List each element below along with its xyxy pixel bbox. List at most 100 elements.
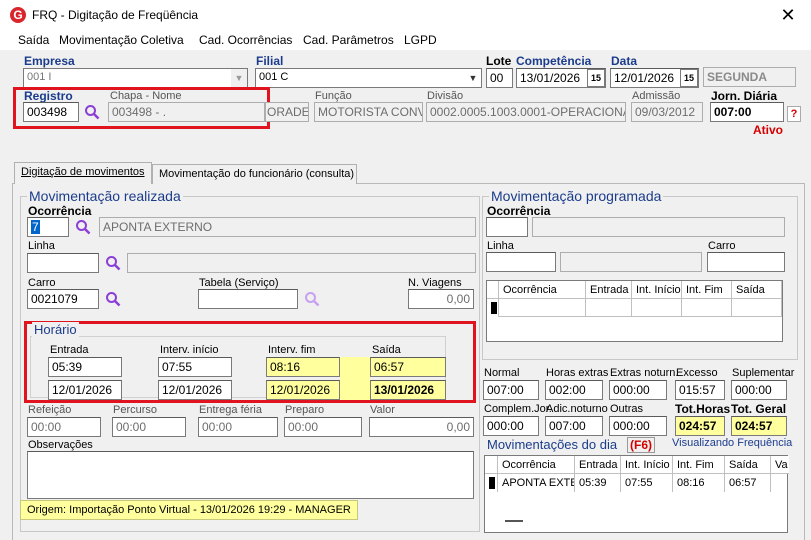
- percurso-input[interactable]: 00:00: [112, 417, 186, 437]
- jornada-label: Jorn. Diária: [711, 89, 778, 103]
- interv-inicio-time-input[interactable]: 07:55: [158, 357, 232, 377]
- tabela-input[interactable]: [198, 289, 298, 309]
- tab-label: Digitação de movimentos: [21, 166, 145, 178]
- admissao-display: 09/03/2012: [631, 102, 703, 122]
- tab-movimentacao-funcionario[interactable]: Movimentação do funcionário (consulta): [152, 164, 357, 184]
- prog-ocorrencia-label: Ocorrência: [487, 204, 551, 218]
- grid-col-int-inicio: Int. Início: [632, 281, 682, 299]
- competencia-label: Competência: [516, 54, 592, 68]
- realizada-title: Movimentação realizada: [27, 188, 183, 204]
- grid-indicator-header: [485, 456, 498, 474]
- horizontal-scrollbar-thumb[interactable]: [505, 520, 523, 522]
- entrada-label: Entrada: [50, 344, 89, 356]
- table-row-cell-int-fim[interactable]: 08:16: [673, 474, 725, 492]
- menu-cad-parametros[interactable]: Cad. Parâmetros: [303, 33, 394, 47]
- search-icon[interactable]: [105, 291, 121, 307]
- chevron-down-icon: ▼: [231, 69, 247, 87]
- prog-linha-description: [560, 252, 702, 272]
- menu-movimentacao-coletiva[interactable]: Movimentação Coletiva: [59, 33, 184, 47]
- window-title: FRQ - Digitação de Freqüência: [32, 8, 199, 22]
- entrega-ferias-input[interactable]: 00:00: [198, 417, 278, 437]
- dia-grid[interactable]: Ocorrência Entrada Int. Início Int. Fim …: [484, 455, 789, 533]
- ocorrencia-code-input[interactable]: 7: [27, 217, 69, 237]
- help-icon[interactable]: ?: [787, 106, 801, 122]
- table-row-cell-ocorrencia[interactable]: APONTA EXTE: [498, 474, 575, 492]
- observacoes-textarea[interactable]: [27, 451, 474, 499]
- interv-fim-time-input[interactable]: 08:16: [266, 357, 340, 377]
- registro-label: Registro: [24, 89, 73, 103]
- programada-grid[interactable]: Ocorrência Entrada Int. Início Int. Fim …: [486, 280, 783, 342]
- admissao-label: Admissão: [632, 90, 681, 102]
- search-icon[interactable]: [105, 255, 121, 271]
- menu-lgpd[interactable]: LGPD: [404, 33, 437, 47]
- refeicao-input[interactable]: 00:00: [27, 417, 101, 437]
- calendar-icon[interactable]: 15: [680, 69, 698, 87]
- linha-input[interactable]: [27, 253, 99, 273]
- refeicao-label: Refeição: [28, 404, 72, 416]
- table-row-cell-va[interactable]: [771, 474, 789, 492]
- empresa-select[interactable]: 001 I ▼: [23, 68, 248, 88]
- dia-title: Movimentações do dia: [485, 437, 620, 452]
- entrada-time-input[interactable]: 05:39: [48, 357, 122, 377]
- interv-inicio-date-input[interactable]: 12/01/2026: [158, 380, 232, 400]
- linha-description: [127, 253, 476, 273]
- grid-cell[interactable]: [499, 299, 586, 317]
- horas-extras-label: Horas extras: [546, 367, 609, 379]
- jornada-input[interactable]: 007:00: [710, 102, 784, 122]
- app-logo-icon: G: [10, 7, 26, 23]
- weekday-display: SEGUNDA: [703, 67, 796, 87]
- prog-linha-label: Linha: [487, 240, 514, 252]
- filial-label: Filial: [256, 54, 284, 68]
- grid-cell[interactable]: [586, 299, 632, 317]
- saida-date-input[interactable]: 13/01/2026: [370, 380, 446, 400]
- saida-label: Saída: [372, 344, 401, 356]
- table-row-cell-int-inicio[interactable]: 07:55: [621, 474, 673, 492]
- valor-label: Valor: [370, 404, 395, 416]
- grid-col-int-fim: Int. Fim: [673, 456, 725, 474]
- grid-col-ocorrencia: Ocorrência: [498, 456, 575, 474]
- grid-cell[interactable]: [632, 299, 682, 317]
- visualizando-frequencia-link[interactable]: Visualizando Frequência: [672, 437, 792, 449]
- filial-select[interactable]: 001 C ▼: [255, 68, 482, 88]
- registro-input[interactable]: 003498: [23, 102, 79, 122]
- lote-input[interactable]: 00: [486, 68, 513, 88]
- nviagens-input[interactable]: 0,00: [408, 289, 474, 309]
- grid-cell[interactable]: [682, 299, 732, 317]
- menu-saida[interactable]: Saída: [18, 33, 49, 47]
- horas-extras-value: 002:00: [545, 380, 603, 400]
- search-icon[interactable]: [304, 291, 320, 307]
- row-indicator: [487, 299, 499, 317]
- programada-title: Movimentação programada: [489, 188, 664, 204]
- search-icon[interactable]: [84, 104, 100, 120]
- tab-digitacao-movimentos[interactable]: Digitação de movimentos: [14, 162, 152, 184]
- prog-ocorrencia-description: [532, 217, 785, 237]
- tabela-label: Tabela (Serviço): [199, 277, 279, 289]
- table-row-cell-saida[interactable]: 06:57: [725, 474, 771, 492]
- grid-cell[interactable]: [732, 299, 782, 317]
- complem-jor-label: Complem.Jor.: [484, 403, 552, 415]
- suplementar-value: 000:00: [731, 380, 787, 400]
- table-row-cell-entrada[interactable]: 05:39: [575, 474, 621, 492]
- grid-col-saida: Saída: [725, 456, 771, 474]
- preparo-label: Preparo: [285, 404, 325, 416]
- valor-input[interactable]: 0,00: [369, 417, 474, 437]
- linha-label: Linha: [28, 240, 55, 252]
- preparo-input[interactable]: 00:00: [284, 417, 362, 437]
- carro-label: Carro: [28, 277, 56, 289]
- chapa-nome-label: Chapa - Nome: [110, 90, 182, 102]
- entrada-date-input[interactable]: 12/01/2026: [48, 380, 122, 400]
- highlight-gap: [340, 357, 370, 400]
- divisao-display: 0002.0005.1003.0001-OPERACIONAL: [426, 102, 626, 122]
- calendar-icon[interactable]: 15: [587, 69, 605, 87]
- interv-fim-date-input[interactable]: 12/01/2026: [266, 380, 340, 400]
- f6-shortcut-badge: (F6): [627, 437, 655, 453]
- saida-time-input[interactable]: 06:57: [370, 357, 446, 377]
- search-icon[interactable]: [75, 219, 91, 235]
- tab-label: Movimentação do funcionário (consulta): [159, 168, 355, 180]
- close-icon[interactable]: ✕: [776, 4, 800, 26]
- empresa-label: Empresa: [24, 54, 75, 68]
- carro-input[interactable]: 0021079: [27, 289, 99, 309]
- normal-value: 007:00: [483, 380, 539, 400]
- outras-label: Outras: [610, 403, 644, 415]
- menu-cad-ocorrencias[interactable]: Cad. Ocorrências: [199, 33, 292, 47]
